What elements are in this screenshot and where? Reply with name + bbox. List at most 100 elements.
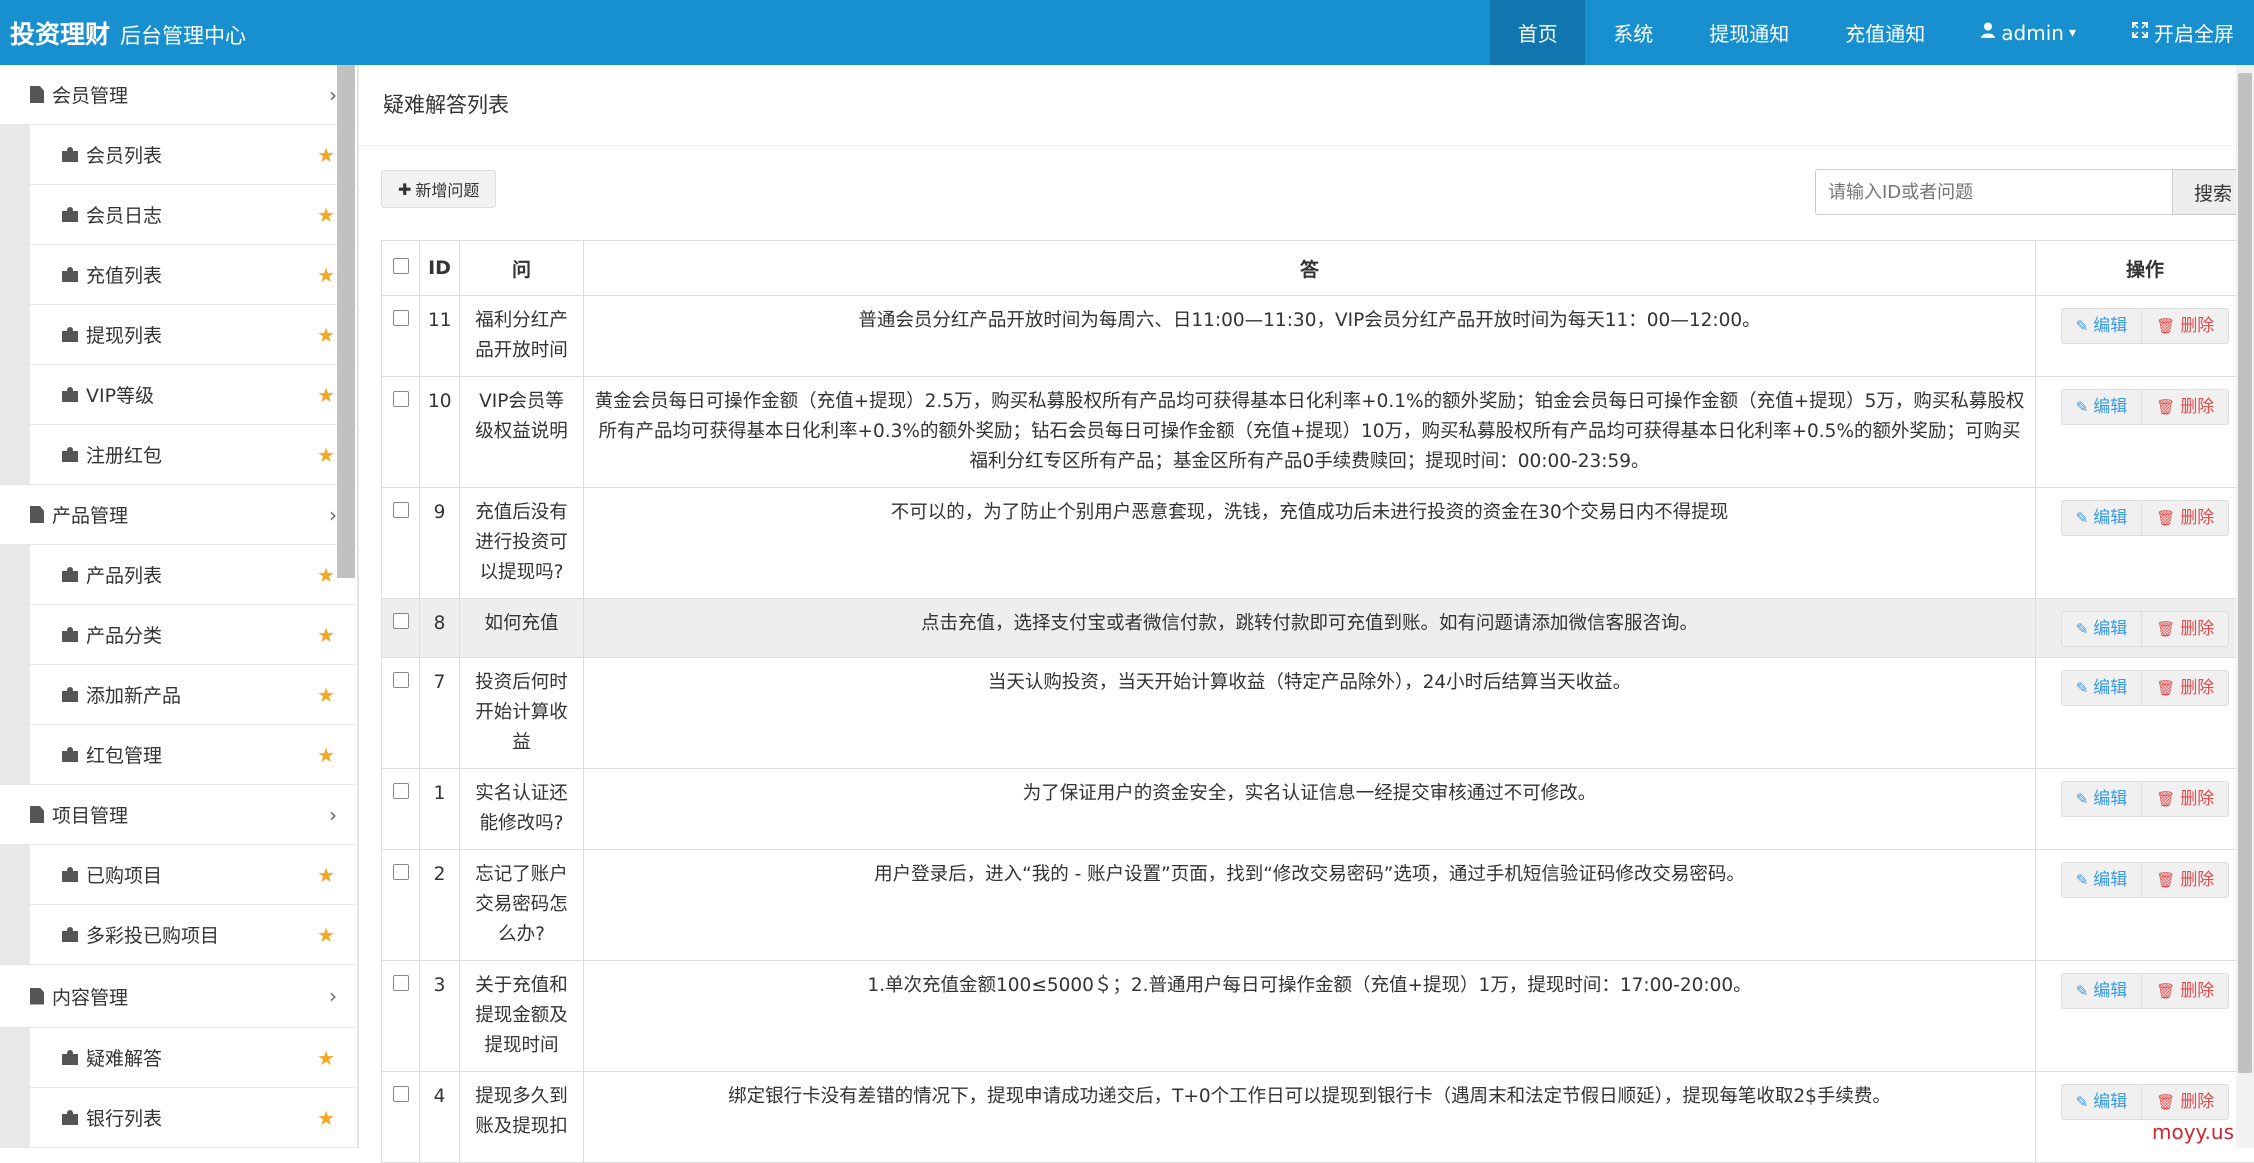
chevron-right-icon: › xyxy=(329,984,337,1008)
row-id: 8 xyxy=(420,599,460,658)
sidebar-item-purchased-projects[interactable]: 已购项目★ xyxy=(0,845,357,905)
sidebar-item-member-log[interactable]: 会员日志 ★ xyxy=(0,185,357,245)
nav-system-label: 系统 xyxy=(1613,18,1653,47)
row-checkbox[interactable] xyxy=(393,310,409,326)
delete-button[interactable]: 🗑删除 xyxy=(2142,781,2229,817)
sidebar-item-member-list[interactable]: 会员列表★ xyxy=(0,125,357,185)
sidebar-item-product-list[interactable]: 产品列表 ★ xyxy=(0,545,357,605)
sidebar-group-label: 产品管理 xyxy=(52,501,128,528)
star-icon: ★ xyxy=(317,923,335,947)
puzzle-icon xyxy=(62,747,78,762)
delete-button[interactable]: 🗑删除 xyxy=(2142,389,2229,425)
trash-icon: 🗑 xyxy=(2156,392,2175,422)
sidebar-item-recharge-list[interactable]: 充值列表★ xyxy=(0,245,357,305)
delete-button[interactable]: 🗑删除 xyxy=(2142,500,2229,536)
row-checkbox[interactable] xyxy=(393,864,409,880)
nav-admin-dropdown[interactable]: admin ▾ xyxy=(1953,0,2104,65)
star-icon: ★ xyxy=(317,563,335,587)
row-ops: ✎编辑🗑删除 xyxy=(2036,769,2254,850)
sidebar-item-bonus-manage[interactable]: 红包管理★ xyxy=(0,725,357,785)
edit-button[interactable]: ✎编辑 xyxy=(2061,308,2143,344)
sidebar-group-products[interactable]: 产品管理 › xyxy=(0,485,357,545)
row-checkbox[interactable] xyxy=(393,783,409,799)
row-checkbox[interactable] xyxy=(393,975,409,991)
sidebar-item-label: 产品列表 xyxy=(86,561,162,588)
row-ops-group: ✎编辑🗑删除 xyxy=(2044,498,2246,536)
delete-button[interactable]: 🗑删除 xyxy=(2142,973,2229,1009)
sidebar-group-label: 会员管理 xyxy=(52,81,128,108)
sidebar-scrollbar[interactable] xyxy=(337,65,355,578)
delete-label: 删除 xyxy=(2180,503,2214,533)
row-checkbox-cell xyxy=(382,599,420,658)
sidebar-item-vip-level[interactable]: VIP等级★ xyxy=(0,365,357,425)
chevron-right-icon: › xyxy=(329,503,337,527)
row-checkbox[interactable] xyxy=(393,613,409,629)
edit-button[interactable]: ✎编辑 xyxy=(2061,500,2143,536)
sidebar-item-label: 会员列表 xyxy=(86,141,162,168)
sidebar-item-label: 多彩投已购项目 xyxy=(86,921,219,948)
row-question: 关于充值和提现金额及提现时间 xyxy=(460,961,584,1072)
sidebar-item-bank-list[interactable]: 银行列表★ xyxy=(0,1088,357,1148)
edit-label: 编辑 xyxy=(2093,614,2127,644)
edit-label: 编辑 xyxy=(2093,503,2127,533)
row-checkbox[interactable] xyxy=(393,391,409,407)
delete-button[interactable]: 🗑删除 xyxy=(2142,1084,2229,1120)
sidebar-item-label: 会员日志 xyxy=(86,201,162,228)
delete-button[interactable]: 🗑删除 xyxy=(2142,611,2229,647)
edit-button[interactable]: ✎编辑 xyxy=(2061,781,2143,817)
row-id: 11 xyxy=(420,296,460,377)
select-all-checkbox[interactable] xyxy=(393,258,409,274)
row-answer: 不可以的，为了防止个别用户恶意套现，洗钱，充值成功后未进行投资的资金在30个交易… xyxy=(584,488,2036,599)
row-question: VIP会员等级权益说明 xyxy=(460,377,584,488)
row-ops: ✎编辑🗑删除 xyxy=(2036,599,2254,658)
star-icon: ★ xyxy=(317,203,335,227)
edit-label: 编辑 xyxy=(2093,784,2127,814)
row-id: 3 xyxy=(420,961,460,1072)
nav-recharge-notice[interactable]: 充值通知 xyxy=(1817,0,1953,65)
sidebar-group-projects[interactable]: 项目管理 › xyxy=(0,785,357,845)
table-row: 7投资后何时开始计算收益当天认购投资，当天开始计算收益（特定产品除外），24小时… xyxy=(382,658,2254,769)
edit-button[interactable]: ✎编辑 xyxy=(2061,862,2143,898)
nav-withdraw-notice[interactable]: 提现通知 xyxy=(1681,0,1817,65)
nav-recharge-notice-label: 充值通知 xyxy=(1845,18,1925,47)
edit-button[interactable]: ✎编辑 xyxy=(2061,670,2143,706)
main-scrollbar[interactable] xyxy=(2236,65,2254,1148)
star-icon: ★ xyxy=(317,443,335,467)
delete-button[interactable]: 🗑删除 xyxy=(2142,670,2229,706)
edit-button[interactable]: ✎编辑 xyxy=(2061,611,2143,647)
main-scrollbar-thumb[interactable] xyxy=(2238,73,2252,1073)
row-answer: 当天认购投资，当天开始计算收益（特定产品除外），24小时后结算当天收益。 xyxy=(584,658,2036,769)
nav-system[interactable]: 系统 xyxy=(1585,0,1681,65)
delete-button[interactable]: 🗑删除 xyxy=(2142,862,2229,898)
add-question-button[interactable]: ✚ 新增问题 xyxy=(381,170,496,208)
delete-button[interactable]: 🗑删除 xyxy=(2142,308,2229,344)
edit-button[interactable]: ✎编辑 xyxy=(2061,1084,2143,1120)
search-input[interactable] xyxy=(1815,169,2173,215)
sidebar-item-product-category[interactable]: 产品分类★ xyxy=(0,605,357,665)
row-checkbox-cell xyxy=(382,850,420,961)
nav-home[interactable]: 首页 xyxy=(1490,0,1585,65)
row-checkbox[interactable] xyxy=(393,672,409,688)
sidebar-item-multi-purchased[interactable]: 多彩投已购项目 ★ xyxy=(0,905,357,965)
star-icon: ★ xyxy=(317,323,335,347)
sidebar-group-content[interactable]: 内容管理 › xyxy=(0,965,357,1028)
row-checkbox[interactable] xyxy=(393,502,409,518)
sidebar-item-register-bonus[interactable]: 注册红包★ xyxy=(0,425,357,485)
sidebar-item-faq[interactable]: 疑难解答★ xyxy=(0,1028,357,1088)
row-question: 提现多久到账及提现扣 xyxy=(460,1072,584,1163)
row-ops: ✎编辑🗑删除 xyxy=(2036,961,2254,1072)
puzzle-icon xyxy=(62,1110,78,1125)
nav-fullscreen[interactable]: 开启全屏 xyxy=(2104,0,2254,65)
table-row: 3关于充值和提现金额及提现时间1.单次充值金额100≤5000＄；2.普通用户每… xyxy=(382,961,2254,1072)
edit-button[interactable]: ✎编辑 xyxy=(2061,973,2143,1009)
page-title: 疑难解答列表 xyxy=(383,89,509,119)
sidebar-group-members[interactable]: 会员管理 › xyxy=(0,65,357,125)
row-ops: ✎编辑🗑删除 xyxy=(2036,850,2254,961)
sidebar-item-add-product[interactable]: 添加新产品★ xyxy=(0,665,357,725)
edit-button[interactable]: ✎编辑 xyxy=(2061,389,2143,425)
watermark: moyy.us xyxy=(2152,1120,2234,1144)
row-checkbox[interactable] xyxy=(393,1086,409,1102)
sidebar-group-label: 项目管理 xyxy=(52,801,128,828)
sidebar-item-withdraw-list[interactable]: 提现列表★ xyxy=(0,305,357,365)
nav-admin-label: admin xyxy=(2001,21,2064,45)
